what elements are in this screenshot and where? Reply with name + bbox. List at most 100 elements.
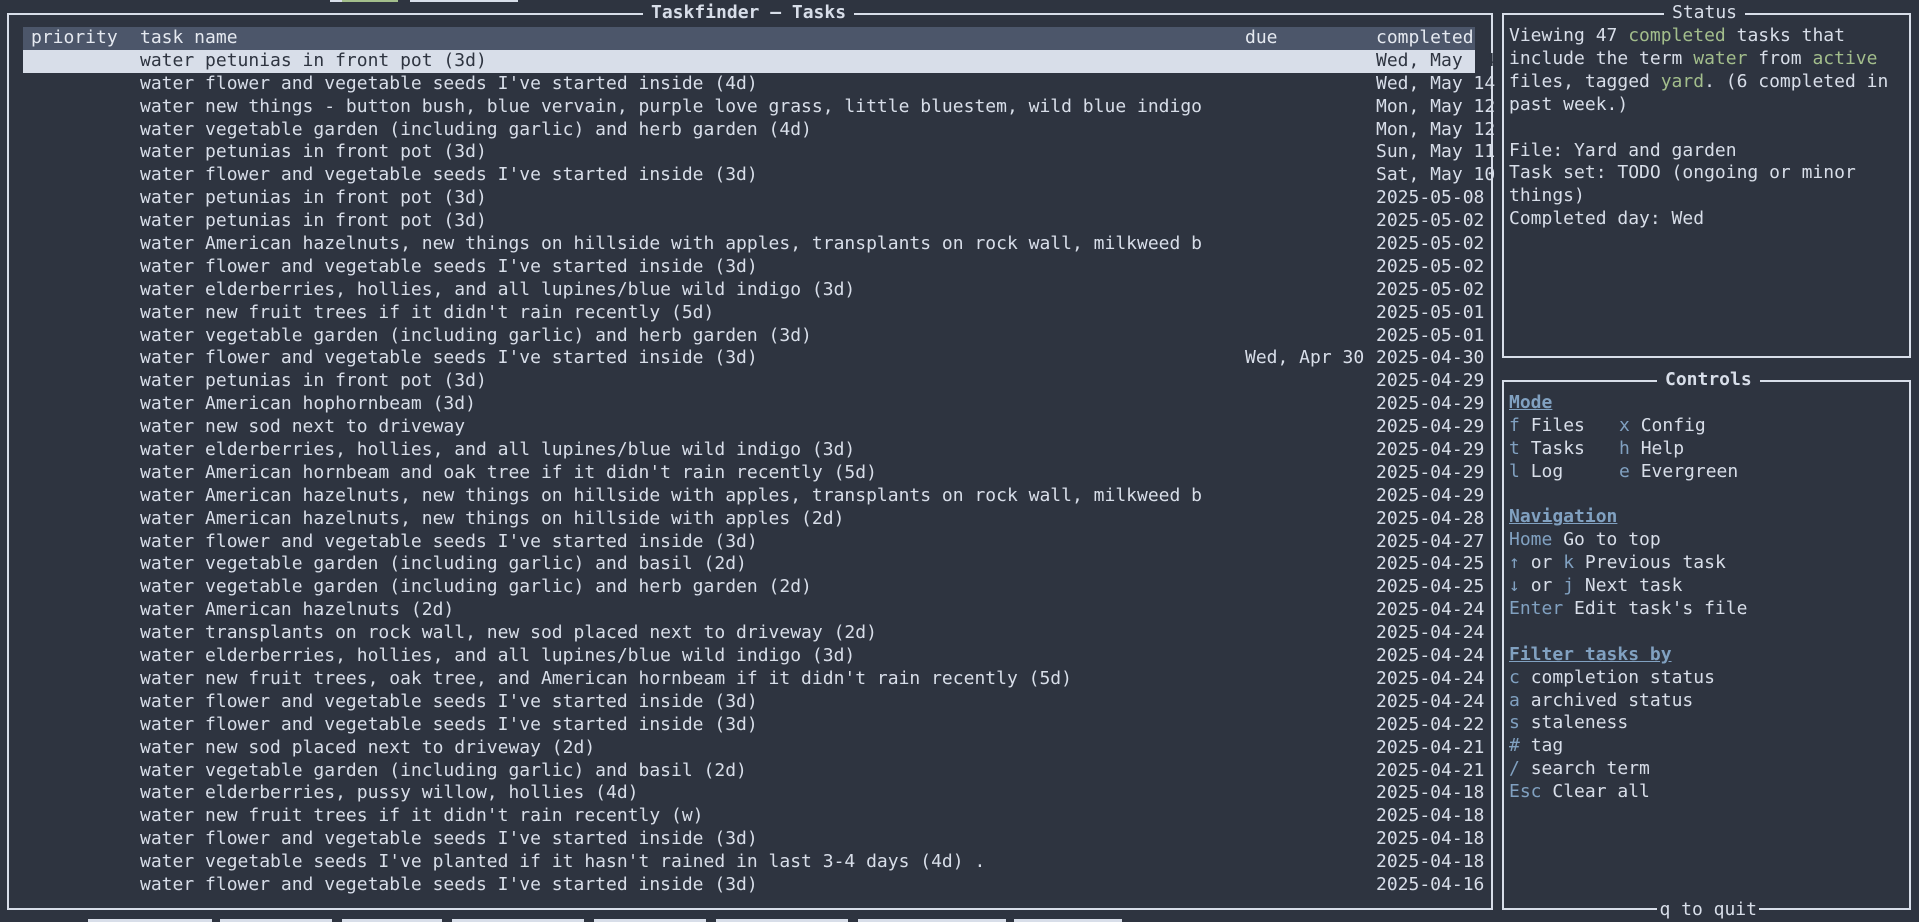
row-task-name: water elderberries, hollies, and all lup…: [140, 439, 856, 461]
row-completed: Mon, May 12: [1376, 118, 1496, 140]
row-completed: 2025-04-24: [1376, 690, 1485, 712]
shortcut-label: completion status: [1530, 666, 1715, 688]
row-task-name: water flower and vegetable seeds I've st…: [140, 530, 758, 552]
table-row[interactable]: water new things - button bush, blue ver…: [23, 96, 1495, 119]
row-completed: 2025-04-21: [1376, 759, 1485, 781]
row-task-name: water elderberries, hollies, and all lup…: [140, 645, 856, 667]
table-row[interactable]: water new sod next to driveway 2025-04-29: [23, 416, 1484, 439]
filter-item[interactable]: # tag: [1509, 735, 1905, 758]
table-row[interactable]: water flower and vegetable seeds I've st…: [23, 713, 1484, 737]
navigation-item[interactable]: Enter Edit task's file: [1509, 598, 1905, 621]
header-priority[interactable]: priority: [31, 27, 131, 50]
shortcut-key: ↑: [1509, 552, 1520, 574]
header-due[interactable]: due: [1245, 27, 1375, 50]
table-row[interactable]: water flower and vegetable seeds I've st…: [23, 828, 1484, 851]
table-row[interactable]: water elderberries, hollies, and all lup…: [23, 439, 1484, 462]
navigation-item[interactable]: Home Go to top: [1509, 529, 1905, 552]
mode-shortcut[interactable]: e Evergreen: [1619, 461, 1738, 484]
row-task-name: water vegetable garden (including garlic…: [140, 118, 812, 140]
row-task-name: water flower and vegetable seeds I've st…: [140, 164, 758, 186]
mode-shortcut[interactable]: f Files: [1509, 415, 1585, 436]
table-row[interactable]: water new fruit trees if it didn't rain …: [23, 302, 1484, 325]
table-row[interactable]: water American hazelnuts (2d) 2025-04-24: [23, 599, 1484, 622]
table-row[interactable]: water vegetable garden (including garlic…: [23, 760, 1484, 783]
shortcut-key: h: [1619, 437, 1630, 459]
table-row[interactable]: water elderberries, hollies, and all lup…: [23, 279, 1484, 302]
shortcut-or: or: [1530, 552, 1553, 574]
shortcut-label: tag: [1530, 735, 1564, 757]
row-task-name: water new sod next to driveway: [140, 416, 466, 438]
table-body: water petunias in front pot (3d) Wed, May…: [23, 49, 1495, 897]
table-row[interactable]: water American hornbeam and oak tree if …: [23, 461, 1484, 485]
filter-item[interactable]: / search term: [1509, 758, 1905, 781]
table-row[interactable]: water flower and vegetable seeds I've st…: [23, 874, 1484, 897]
mode-shortcut[interactable]: x Config: [1619, 415, 1706, 438]
mode-list: f Files x Config t Tasks h Help l Log e Everg…: [1509, 415, 1905, 484]
navigation-item[interactable]: ↑ or k Previous task: [1509, 552, 1905, 575]
table-row[interactable]: water vegetable seeds I've planted if it…: [23, 851, 1484, 874]
shortcut-label: Tasks: [1530, 437, 1585, 459]
table-row[interactable]: water American hazelnuts, new things on …: [23, 507, 1484, 531]
mode-shortcut[interactable]: t Tasks: [1509, 438, 1585, 459]
table-row[interactable]: water new fruit trees if it didn't rain …: [23, 805, 1484, 828]
row-task-name: water new fruit trees, oak tree, and Ame…: [140, 667, 1072, 689]
row-task-name: water petunias in front pot (3d): [140, 210, 487, 232]
filter-item[interactable]: s staleness: [1509, 712, 1905, 735]
table-row[interactable]: water new fruit trees, oak tree, and Ame…: [23, 667, 1484, 691]
filter-item[interactable]: Esc Clear all: [1509, 781, 1905, 804]
row-completed: Wed, May 14: [1376, 49, 1496, 71]
status-active-highlight: active: [1812, 47, 1878, 69]
table-row[interactable]: water vegetable garden (including garlic…: [23, 576, 1484, 599]
table-row[interactable]: water petunias in front pot (3d) 2025-05-…: [23, 210, 1484, 233]
status-term-highlight: water: [1693, 47, 1748, 69]
table-row[interactable]: water American hophornbeam (3d) 2025-04-2…: [23, 393, 1484, 416]
header-task-name[interactable]: task name: [140, 27, 1234, 50]
table-row[interactable]: water new sod placed next to driveway (2…: [23, 737, 1484, 760]
table-row[interactable]: water flower and vegetable seeds I've st…: [23, 256, 1484, 279]
row-completed: 2025-04-16: [1376, 873, 1485, 895]
table-row[interactable]: water petunias in front pot (3d) 2025-04-…: [23, 370, 1484, 393]
row-completed: Wed, May 14: [1376, 72, 1496, 94]
status-text-part: Viewing 47: [1509, 25, 1629, 46]
mode-shortcut[interactable]: h Help: [1619, 438, 1684, 461]
table-row-selected[interactable]: water petunias in front pot (3d) Wed, May…: [23, 49, 1495, 73]
table-row[interactable]: water elderberries, pussy willow, hollie…: [23, 782, 1484, 805]
table-row[interactable]: water elderberries, hollies, and all lup…: [23, 645, 1484, 668]
shortcut-key: t: [1509, 437, 1520, 459]
shortcut-label: Previous task: [1584, 552, 1726, 574]
table-row[interactable]: water American hazelnuts, new things on …: [23, 485, 1484, 508]
row-task-name: water flower and vegetable seeds I've st…: [140, 713, 758, 735]
table-row[interactable]: water vegetable garden (including garlic…: [23, 553, 1484, 576]
row-task-name: water flower and vegetable seeds I've st…: [140, 690, 758, 712]
table-row[interactable]: water flower and vegetable seeds I've st…: [23, 347, 1484, 370]
mode-item: l Log e Evergreen: [1509, 461, 1905, 484]
row-due: Wed, Apr 30: [1245, 347, 1365, 369]
table-row[interactable]: water vegetable garden (including garlic…: [23, 325, 1484, 348]
status-day-line: Completed day: Wed: [1509, 208, 1705, 230]
row-task-name: water American hornbeam and oak tree if …: [140, 461, 877, 483]
filter-item[interactable]: c completion status: [1509, 667, 1905, 690]
filter-item[interactable]: a archived status: [1509, 690, 1905, 713]
shortcut-label: staleness: [1530, 712, 1629, 734]
row-completed: 2025-04-30: [1376, 347, 1485, 369]
table-row[interactable]: water flower and vegetable seeds I've st…: [23, 164, 1495, 187]
table-row[interactable]: water vegetable garden (including garlic…: [23, 118, 1495, 142]
row-completed: Sun, May 11: [1376, 141, 1496, 163]
shortcut-key: ↓: [1509, 575, 1520, 597]
mode-shortcut[interactable]: l Log: [1509, 461, 1563, 482]
tasks-table: priority task name due completed water p…: [23, 27, 1495, 897]
row-task-name: water American hazelnuts, new things on …: [140, 507, 845, 529]
table-row[interactable]: water flower and vegetable seeds I've st…: [23, 73, 1495, 96]
table-row[interactable]: water petunias in front pot (3d) Sun, May…: [23, 141, 1495, 164]
table-row[interactable]: water flower and vegetable seeds I've st…: [23, 530, 1484, 554]
header-completed[interactable]: completed: [1376, 27, 1496, 50]
table-row[interactable]: water American hazelnuts, new things on …: [23, 233, 1484, 256]
table-row[interactable]: water petunias in front pot (3d) 2025-05-…: [23, 187, 1484, 210]
table-row[interactable]: water transplants on rock wall, new sod …: [23, 622, 1484, 645]
row-completed: 2025-04-24: [1376, 645, 1485, 667]
shortcut-key: c: [1509, 666, 1520, 688]
navigation-item[interactable]: ↓ or j Next task: [1509, 575, 1905, 598]
status-text: Viewing 47 completed tasks that include …: [1509, 25, 1905, 231]
quit-hint: q to quit: [1657, 899, 1759, 921]
table-row[interactable]: water flower and vegetable seeds I've st…: [23, 690, 1484, 714]
